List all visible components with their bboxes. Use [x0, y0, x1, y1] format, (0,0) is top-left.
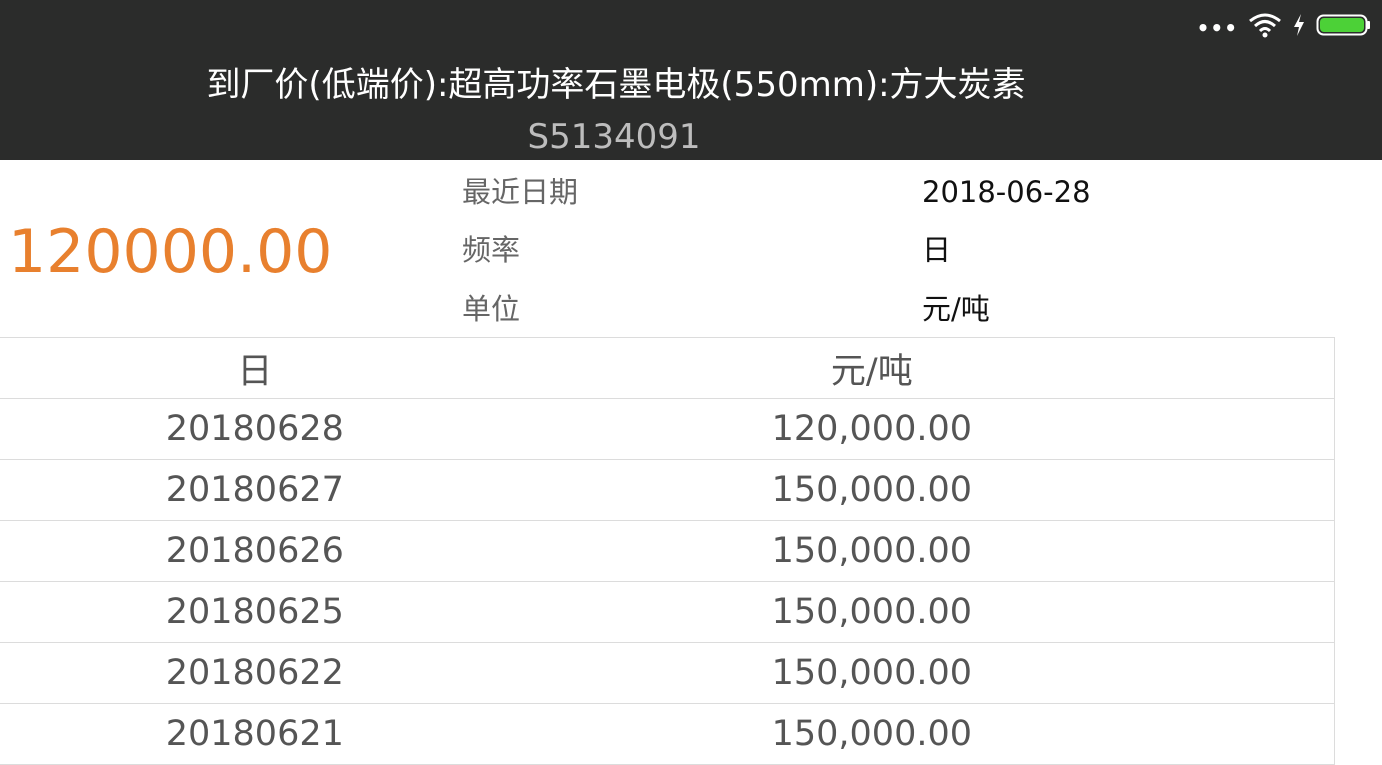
info-value-latest-date: 2018-06-28	[922, 175, 1091, 209]
latest-value: 120000.00	[8, 217, 333, 287]
more-dots-icon: •••	[1196, 16, 1238, 40]
info-label-frequency: 频率	[462, 233, 521, 267]
table-row[interactable]: 20180625 150,000.00	[0, 582, 1334, 643]
value-cell: 150,000.00	[771, 714, 973, 754]
series-code: S5134091	[527, 117, 701, 157]
info-value-unit: 元/吨	[922, 292, 990, 326]
info-label-latest-date: 最近日期	[462, 175, 579, 209]
info-value-frequency: 日	[922, 233, 952, 267]
value-cell: 150,000.00	[771, 470, 973, 510]
wifi-icon	[1249, 13, 1281, 38]
column-header-value: 元/吨	[830, 351, 913, 392]
table-row[interactable]: 20180622 150,000.00	[0, 643, 1334, 704]
charging-bolt-icon	[1294, 14, 1304, 36]
table-row[interactable]: 20180621 150,000.00	[0, 704, 1334, 765]
table-header-row: 日 元/吨	[0, 338, 1334, 399]
info-label-unit: 单位	[462, 292, 521, 326]
value-cell: 150,000.00	[771, 531, 973, 571]
app-header: ••• 到厂价(低端价):超高功率石墨电极(550mm):方大炭素 S51340…	[0, 0, 1382, 160]
table-row[interactable]: 20180627 150,000.00	[0, 460, 1334, 521]
table-row[interactable]: 20180628 120,000.00	[0, 399, 1334, 460]
value-cell: 150,000.00	[771, 592, 973, 632]
status-bar: •••	[1197, 10, 1372, 40]
battery-icon	[1316, 14, 1370, 36]
table-row[interactable]: 20180626 150,000.00	[0, 521, 1334, 582]
value-cell: 150,000.00	[771, 653, 973, 693]
value-cell: 120,000.00	[771, 409, 973, 449]
data-table[interactable]: 日 元/吨 20180628 120,000.00 20180627 150,0…	[0, 337, 1335, 765]
page-title: 到厂价(低端价):超高功率石墨电极(550mm):方大炭素	[206, 65, 1026, 105]
